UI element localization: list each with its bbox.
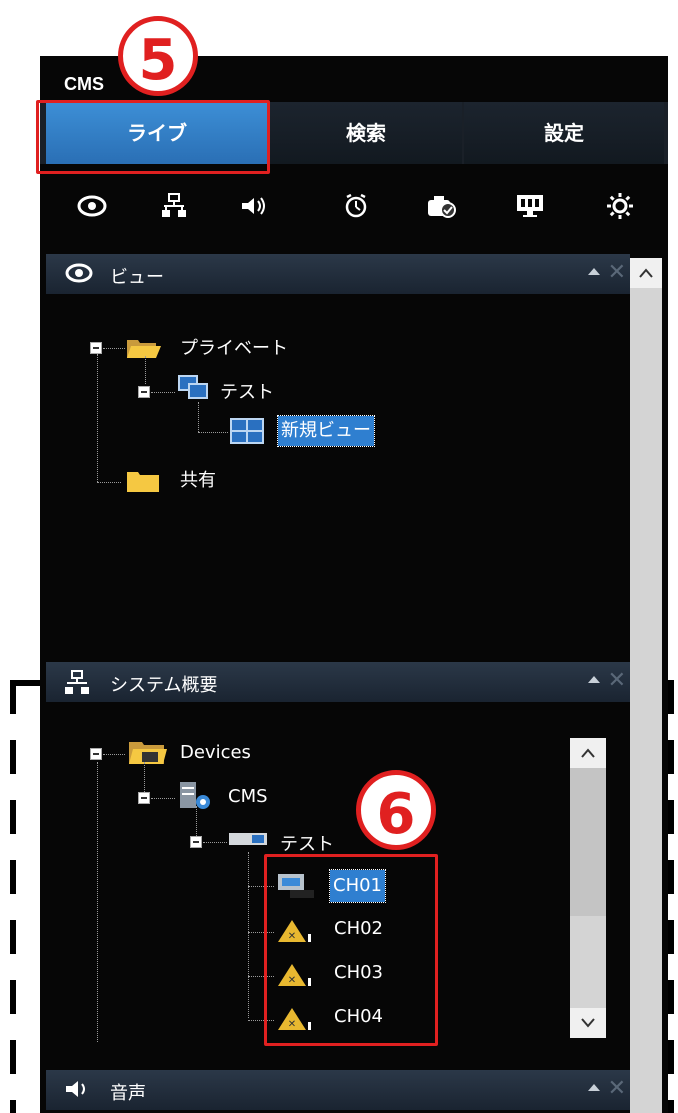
tree-item-shared[interactable]: 共有 <box>180 466 216 492</box>
annotation-step-6: 6 <box>356 770 436 850</box>
folder-open-icon <box>126 336 162 364</box>
monitor-icon[interactable] <box>508 186 552 226</box>
close-icon[interactable]: ✕ <box>608 668 626 693</box>
close-icon[interactable]: ✕ <box>608 1076 626 1101</box>
tree-item-devices[interactable]: Devices <box>180 742 251 763</box>
tab-search[interactable]: 検索 <box>270 102 462 164</box>
alarm-clock-icon[interactable] <box>334 186 378 226</box>
annotation-live-tab-highlight <box>36 100 270 174</box>
view-panel-header[interactable]: ビュー ✕ <box>46 254 630 294</box>
grid-view-icon <box>230 418 264 448</box>
speaker-icon <box>64 1078 92 1104</box>
close-icon[interactable]: ✕ <box>608 260 626 285</box>
multi-monitor-icon <box>178 374 210 406</box>
tree-item-new-view[interactable]: 新規ビュー <box>277 415 375 447</box>
network-icon[interactable] <box>152 186 196 226</box>
scroll-thumb[interactable] <box>570 768 606 916</box>
eye-icon <box>64 262 94 288</box>
tree-item-test-device[interactable]: テスト <box>280 830 334 856</box>
tab-settings[interactable]: 設定 <box>464 102 664 164</box>
scroll-up-button[interactable] <box>570 738 606 768</box>
eye-icon[interactable] <box>70 186 114 226</box>
gear-icon[interactable] <box>598 186 642 226</box>
scroll-down-button[interactable] <box>570 1008 606 1038</box>
tree-item-test[interactable]: テスト <box>220 378 274 404</box>
collapse-icon[interactable] <box>588 1084 600 1091</box>
devices-folder-icon <box>128 738 168 770</box>
expander-test[interactable] <box>138 386 150 398</box>
audio-panel-header[interactable]: 音声 ✕ <box>46 1070 630 1110</box>
camera-check-icon[interactable] <box>420 186 464 226</box>
toolbar <box>40 164 668 244</box>
folder-icon <box>126 468 162 498</box>
expander-test-device[interactable] <box>190 836 202 848</box>
scroll-up-button[interactable] <box>630 258 662 288</box>
main-scrollbar[interactable] <box>630 258 662 1113</box>
annotation-channels-highlight <box>264 854 438 1046</box>
speaker-icon[interactable] <box>232 186 276 226</box>
annotation-step-5: 5 <box>118 16 198 96</box>
tree-item-private[interactable]: プライベート <box>180 334 288 360</box>
dashed-frame-right <box>668 680 674 1113</box>
audio-panel-title: 音声 <box>110 1083 146 1104</box>
system-panel-title: システム概要 <box>110 675 218 696</box>
expander-devices[interactable] <box>90 748 102 760</box>
dashed-frame-left <box>10 680 16 1113</box>
system-tree-scrollbar[interactable] <box>570 738 606 1038</box>
collapse-icon[interactable] <box>588 676 600 683</box>
expander-cms[interactable] <box>138 792 150 804</box>
network-icon <box>64 670 90 700</box>
tree-item-cms[interactable]: CMS <box>228 786 268 807</box>
system-panel-header[interactable]: システム概要 ✕ <box>46 662 630 702</box>
expander-private[interactable] <box>90 342 102 354</box>
collapse-icon[interactable] <box>588 268 600 275</box>
recorder-device-icon <box>228 830 268 852</box>
view-panel-title: ビュー <box>110 267 164 288</box>
app-title: CMS <box>64 74 104 94</box>
